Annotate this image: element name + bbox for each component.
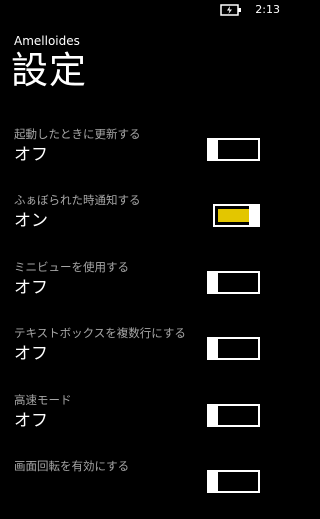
setting-label: 高速モード	[14, 393, 72, 407]
toggle-thumb[interactable]	[207, 138, 218, 161]
toggle-track	[213, 271, 260, 294]
setting-mini-view: ミニビューを使用する オフ	[0, 260, 288, 320]
setting-multiline-textbox: テキストボックスを複数行にする オフ	[0, 326, 288, 386]
toggle-thumb[interactable]	[207, 337, 218, 360]
toggle-thumb[interactable]	[207, 271, 218, 294]
setting-refresh-on-launch: 起動したときに更新する オフ	[0, 127, 288, 187]
toggle-switch[interactable]	[207, 204, 260, 227]
setting-state: オフ	[14, 344, 48, 364]
toggle-fill	[218, 209, 250, 222]
toggle-track	[213, 337, 260, 360]
toggle-thumb[interactable]	[249, 204, 260, 227]
toggle-switch[interactable]	[207, 337, 260, 360]
toggle-switch[interactable]	[207, 138, 260, 161]
page-title: 設定	[11, 49, 87, 92]
setting-screen-rotation: 画面回転を有効にする	[0, 459, 288, 519]
setting-label: ふぁぼられた時通知する	[14, 193, 141, 207]
toggle-switch[interactable]	[207, 271, 260, 294]
toggle-switch[interactable]	[207, 470, 260, 493]
setting-state: オフ	[14, 411, 48, 431]
setting-label: テキストボックスを複数行にする	[14, 326, 186, 340]
setting-favorite-notification: ふぁぼられた時通知する オン	[0, 193, 288, 253]
app-name: Amelloides	[14, 34, 80, 48]
toggle-thumb[interactable]	[207, 404, 218, 427]
clock: 2:13	[255, 3, 280, 16]
setting-label: 画面回転を有効にする	[14, 459, 130, 473]
toggle-switch[interactable]	[207, 404, 260, 427]
setting-state: オフ	[14, 145, 48, 165]
setting-label: 起動したときに更新する	[14, 127, 141, 141]
toggle-thumb[interactable]	[207, 470, 218, 493]
setting-label: ミニビューを使用する	[14, 260, 129, 274]
setting-fast-mode: 高速モード オフ	[0, 393, 288, 453]
setting-state: オン	[14, 211, 48, 231]
toggle-track	[213, 138, 260, 161]
toggle-track	[213, 404, 260, 427]
battery-charging-icon	[220, 4, 241, 16]
setting-state: オフ	[14, 278, 48, 298]
toggle-track	[213, 470, 260, 493]
status-bar: 2:13	[0, 0, 288, 20]
